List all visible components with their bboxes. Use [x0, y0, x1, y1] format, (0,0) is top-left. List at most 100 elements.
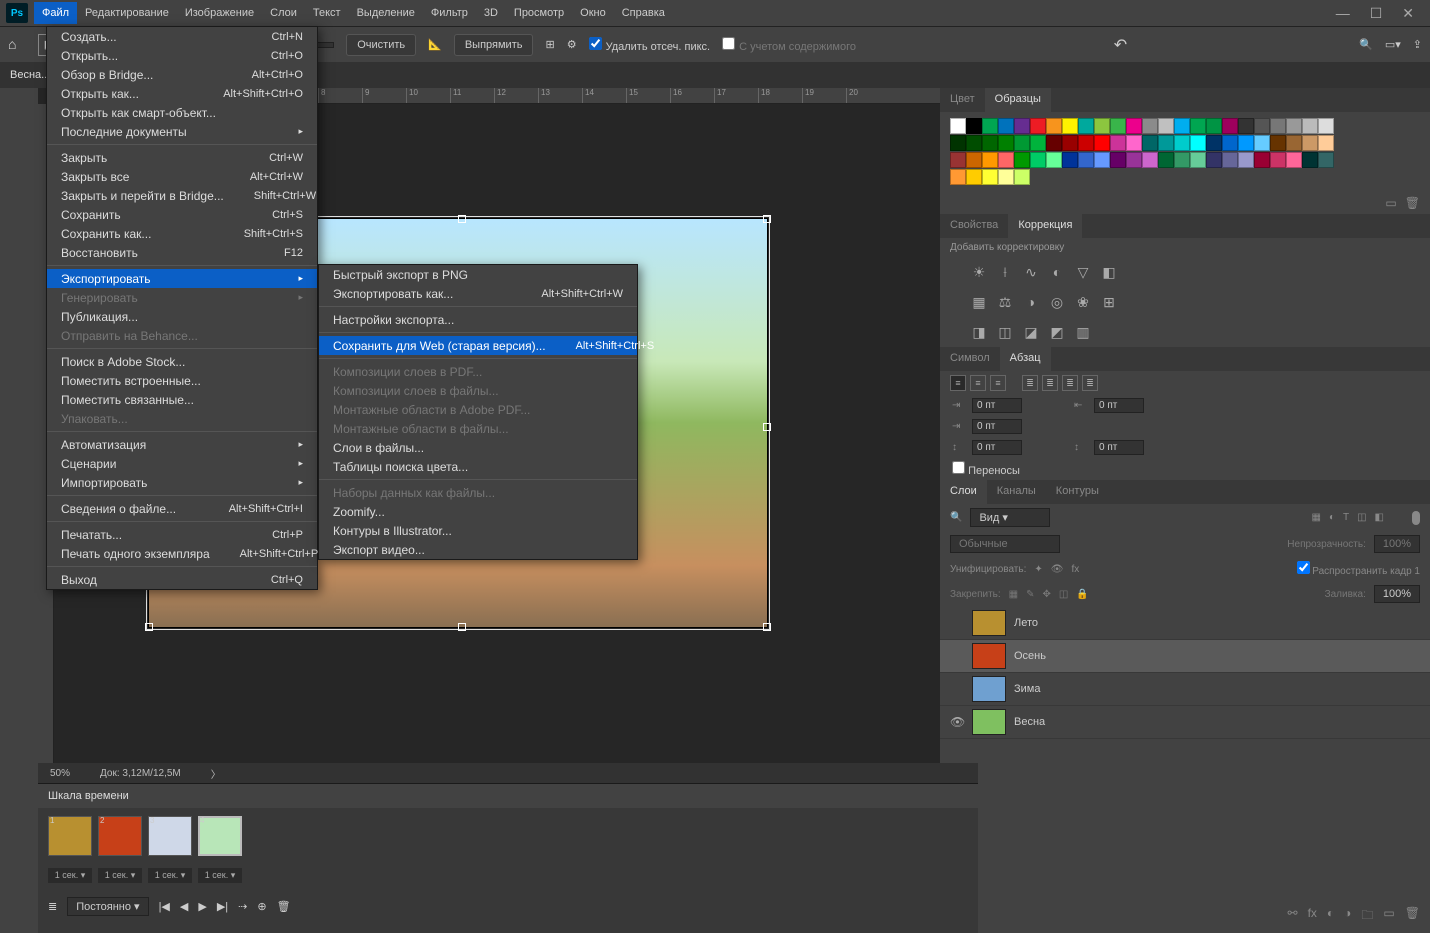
- unify-visibility-icon[interactable]: 👁: [1051, 564, 1064, 575]
- swatch[interactable]: [966, 169, 982, 185]
- lock-position-icon[interactable]: ✥: [1043, 589, 1051, 600]
- swatch[interactable]: [1142, 135, 1158, 151]
- swatch[interactable]: [982, 135, 998, 151]
- layer-row[interactable]: Зима: [940, 673, 1430, 706]
- indent-right[interactable]: 0 пт: [1094, 398, 1144, 413]
- menu-item[interactable]: Контуры в Illustrator...: [319, 521, 637, 540]
- adjustment-layer-icon[interactable]: ◑: [1344, 906, 1351, 927]
- align-left[interactable]: ≡: [950, 375, 966, 391]
- filter-icon[interactable]: 🔍: [950, 512, 962, 523]
- next-frame-button[interactable]: ▶|: [217, 900, 228, 913]
- menu-item[interactable]: Открыть как...Alt+Shift+Ctrl+O: [47, 84, 317, 103]
- menu-item[interactable]: Публикация...: [47, 307, 317, 326]
- straighten-button[interactable]: Выпрямить: [454, 34, 534, 56]
- threshold-icon[interactable]: ◪: [1022, 323, 1040, 341]
- swatch[interactable]: [1270, 118, 1286, 134]
- swatch[interactable]: [1190, 135, 1206, 151]
- swatch[interactable]: [1094, 152, 1110, 168]
- tab-paragraph[interactable]: Абзац: [1000, 347, 1051, 371]
- align-center[interactable]: ≡: [970, 375, 986, 391]
- maximize-button[interactable]: ☐: [1370, 5, 1383, 22]
- swatch[interactable]: [1110, 135, 1126, 151]
- swatch[interactable]: [1078, 118, 1094, 134]
- justify-center[interactable]: ≣: [1042, 375, 1058, 391]
- menu-Справка[interactable]: Справка: [614, 2, 673, 24]
- swatch[interactable]: [1318, 152, 1334, 168]
- swatch[interactable]: [1286, 118, 1302, 134]
- filter-toggle[interactable]: [1412, 511, 1420, 525]
- delete-frame-button[interactable]: 🗑: [277, 900, 291, 913]
- menu-item[interactable]: Закрыть всеAlt+Ctrl+W: [47, 167, 317, 186]
- filter-smart-icon[interactable]: ◧: [1375, 512, 1384, 523]
- swatch[interactable]: [1158, 118, 1174, 134]
- layer-row[interactable]: Лето: [940, 607, 1430, 640]
- undo-icon[interactable]: ↶: [1114, 35, 1127, 55]
- mixer-icon[interactable]: ◎: [1048, 293, 1066, 311]
- zoom-level[interactable]: 50%: [50, 768, 70, 779]
- menu-item[interactable]: Экспорт видео...: [319, 540, 637, 559]
- swatch[interactable]: [1014, 118, 1030, 134]
- hue-icon[interactable]: ◧: [1100, 263, 1118, 281]
- filter-type-icon[interactable]: T: [1343, 512, 1349, 523]
- lookup-icon[interactable]: ❀: [1074, 293, 1092, 311]
- lock-artboard-icon[interactable]: ◫: [1059, 589, 1068, 600]
- swatch[interactable]: [1206, 118, 1222, 134]
- tab-character[interactable]: Символ: [940, 347, 1000, 371]
- swatch[interactable]: [1126, 135, 1142, 151]
- menu-Выделение[interactable]: Выделение: [349, 2, 423, 24]
- swatch[interactable]: [1302, 135, 1318, 151]
- swatch[interactable]: [1174, 152, 1190, 168]
- selective-icon[interactable]: ▥: [1074, 323, 1092, 341]
- levels-icon[interactable]: ⟊: [996, 263, 1014, 281]
- swatch[interactable]: [1094, 118, 1110, 134]
- swatch[interactable]: [1062, 118, 1078, 134]
- menu-item[interactable]: Поместить встроенные...: [47, 371, 317, 390]
- filter-kind[interactable]: Вид ▾: [970, 508, 1050, 527]
- menu-item[interactable]: Печать одного экземпляраAlt+Shift+Ctrl+P: [47, 544, 317, 563]
- swatch[interactable]: [1126, 118, 1142, 134]
- menu-Редактирование[interactable]: Редактирование: [77, 2, 177, 24]
- menu-Просмотр[interactable]: Просмотр: [506, 2, 572, 24]
- swatch[interactable]: [982, 118, 998, 134]
- menu-Изображение[interactable]: Изображение: [177, 2, 262, 24]
- swatch[interactable]: [1062, 135, 1078, 151]
- search-icon[interactable]: 🔍: [1359, 38, 1373, 51]
- posterize-icon[interactable]: ◫: [996, 323, 1014, 341]
- swatch[interactable]: [1254, 135, 1270, 151]
- filter-pixel-icon[interactable]: ▦: [1311, 512, 1320, 523]
- swatch[interactable]: [966, 135, 982, 151]
- gradient-icon[interactable]: ◩: [1048, 323, 1066, 341]
- swatch[interactable]: [1142, 152, 1158, 168]
- swatch[interactable]: [1142, 118, 1158, 134]
- swatch[interactable]: [1302, 152, 1318, 168]
- menu-item[interactable]: Сценарии▸: [47, 454, 317, 473]
- swatch[interactable]: [1030, 152, 1046, 168]
- justify-left[interactable]: ≣: [1022, 375, 1038, 391]
- swatch[interactable]: [1078, 135, 1094, 151]
- tab-adjustments[interactable]: Коррекция: [1008, 214, 1082, 238]
- clear-button[interactable]: Очистить: [346, 34, 416, 56]
- swatch[interactable]: [1062, 152, 1078, 168]
- swatch[interactable]: [1238, 118, 1254, 134]
- swatch[interactable]: [950, 135, 966, 151]
- menu-item[interactable]: Открыть...Ctrl+O: [47, 46, 317, 65]
- swatch[interactable]: [1222, 135, 1238, 151]
- menu-item[interactable]: ЗакрытьCtrl+W: [47, 148, 317, 167]
- menu-Окно[interactable]: Окно: [572, 2, 614, 24]
- mask-icon[interactable]: ◐: [1327, 906, 1334, 927]
- swatch[interactable]: [982, 169, 998, 185]
- menu-Фильтр[interactable]: Фильтр: [423, 2, 476, 24]
- menu-item[interactable]: Экспортировать как...Alt+Shift+Ctrl+W: [319, 284, 637, 303]
- swatch[interactable]: [1190, 152, 1206, 168]
- grid-icon2[interactable]: ⊞: [1100, 293, 1118, 311]
- doc-tab[interactable]: Весна...: [10, 69, 50, 81]
- fill-value[interactable]: 100%: [1374, 585, 1420, 603]
- menu-item[interactable]: Быстрый экспорт в PNG: [319, 265, 637, 284]
- swatch[interactable]: [1254, 152, 1270, 168]
- tab-channels[interactable]: Каналы: [987, 480, 1046, 504]
- timeline-frame[interactable]: 21 сек. ▾: [98, 816, 142, 883]
- swatch[interactable]: [966, 118, 982, 134]
- menu-item[interactable]: Сохранить как...Shift+Ctrl+S: [47, 224, 317, 243]
- menu-item[interactable]: Слои в файлы...: [319, 438, 637, 457]
- minimize-button[interactable]: —: [1336, 5, 1350, 22]
